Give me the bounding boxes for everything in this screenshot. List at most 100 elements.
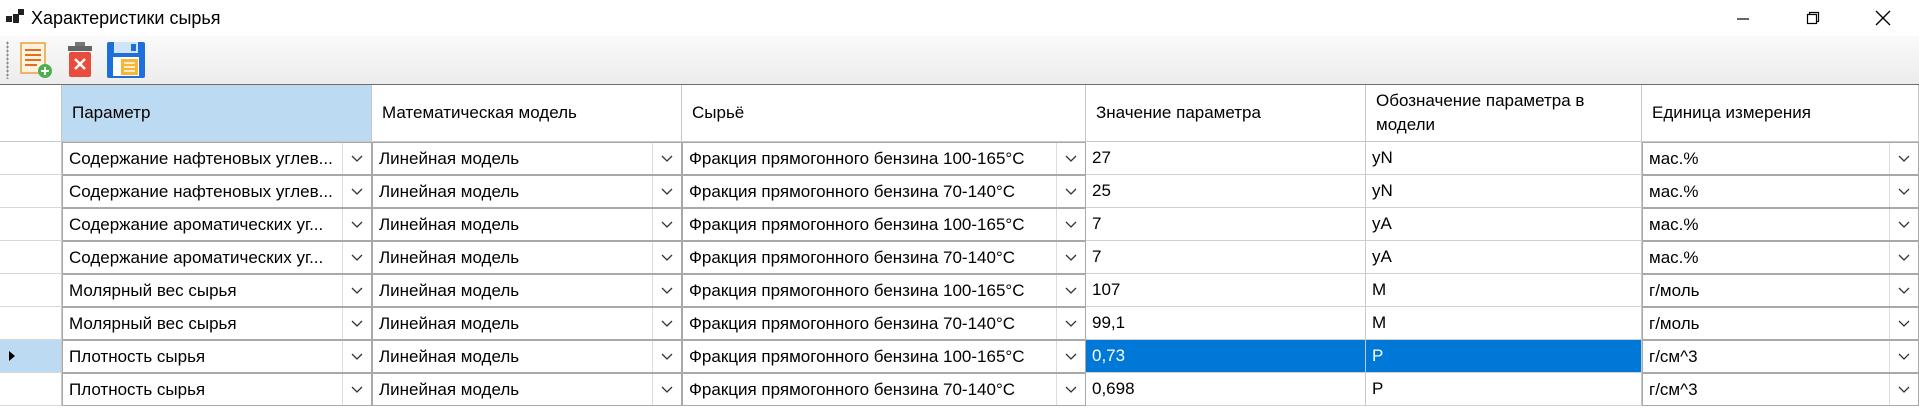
cell-symbol[interactable]: M — [1366, 307, 1642, 340]
cell-value[interactable]: 7 — [1086, 241, 1366, 274]
cell-model[interactable]: Линейная модель — [372, 241, 682, 274]
delete-record-button[interactable] — [58, 38, 102, 82]
cell-feed[interactable]: Фракция прямогонного бензина 100-165°С — [682, 208, 1086, 241]
column-header-parameter[interactable]: Параметр — [62, 85, 372, 142]
row-header[interactable] — [0, 307, 62, 340]
column-header-value[interactable]: Значение параметра — [1086, 85, 1366, 142]
table-row[interactable]: Плотность сырья Линейная модель Фракция пр… — [0, 373, 1919, 406]
cell-feed[interactable]: Фракция прямогонного бензина 70-140°С — [682, 373, 1086, 406]
dropdown-button[interactable] — [342, 143, 371, 174]
cell-unit[interactable]: г/см^3 — [1642, 340, 1919, 373]
maximize-button[interactable] — [1778, 0, 1848, 36]
row-header[interactable] — [0, 142, 62, 175]
dropdown-button[interactable] — [342, 209, 371, 240]
cell-value[interactable]: 7 — [1086, 208, 1366, 241]
close-button[interactable] — [1848, 0, 1918, 36]
cell-model[interactable]: Линейная модель — [372, 142, 682, 175]
dropdown-button[interactable] — [652, 374, 681, 405]
dropdown-button[interactable] — [342, 374, 371, 405]
dropdown-button[interactable] — [652, 176, 681, 207]
corner-header[interactable] — [0, 85, 62, 142]
cell-feed[interactable]: Фракция прямогонного бензина 70-140°С — [682, 175, 1086, 208]
row-header[interactable] — [0, 208, 62, 241]
cell-value[interactable]: 25 — [1086, 175, 1366, 208]
cell-parameter[interactable]: Плотность сырья — [62, 340, 372, 373]
dropdown-button[interactable] — [1056, 242, 1085, 273]
cell-model[interactable]: Линейная модель — [372, 175, 682, 208]
dropdown-button[interactable] — [1889, 374, 1918, 405]
cell-model[interactable]: Линейная модель — [372, 340, 682, 373]
dropdown-button[interactable] — [342, 308, 371, 339]
cell-symbol[interactable]: yA — [1366, 208, 1642, 241]
cell-parameter[interactable]: Содержание ароматических уг... — [62, 208, 372, 241]
column-header-feed[interactable]: Сырьё — [682, 85, 1086, 142]
cell-symbol[interactable]: P — [1366, 340, 1642, 373]
dropdown-button[interactable] — [1056, 176, 1085, 207]
cell-unit[interactable]: мас.% — [1642, 175, 1919, 208]
dropdown-button[interactable] — [1056, 308, 1085, 339]
cell-value[interactable]: 0,73 — [1086, 340, 1366, 373]
cell-feed[interactable]: Фракция прямогонного бензина 100-165°С — [682, 340, 1086, 373]
cell-value[interactable]: 0,698 — [1086, 373, 1366, 406]
column-header-model[interactable]: Математическая модель — [372, 85, 682, 142]
dropdown-button[interactable] — [1056, 341, 1085, 372]
minimize-button[interactable] — [1708, 0, 1778, 36]
cell-parameter[interactable]: Содержание ароматических уг... — [62, 241, 372, 274]
dropdown-button[interactable] — [1889, 209, 1918, 240]
row-header[interactable] — [0, 340, 62, 373]
cell-parameter[interactable]: Содержание нафтеновых углев... — [62, 142, 372, 175]
cell-unit[interactable]: г/см^3 — [1642, 373, 1919, 406]
cell-feed[interactable]: Фракция прямогонного бензина 100-165°С — [682, 274, 1086, 307]
table-row[interactable]: Содержание ароматических уг... Линейная м… — [0, 208, 1919, 241]
cell-unit[interactable]: мас.% — [1642, 208, 1919, 241]
dropdown-button[interactable] — [652, 242, 681, 273]
table-row[interactable]: Содержание нафтеновых углев... Линейная м… — [0, 142, 1919, 175]
dropdown-button[interactable] — [1889, 275, 1918, 306]
dropdown-button[interactable] — [652, 143, 681, 174]
add-record-button[interactable] — [14, 38, 58, 82]
cell-parameter[interactable]: Молярный вес сырья — [62, 274, 372, 307]
table-row[interactable]: Содержание нафтеновых углев... Линейная м… — [0, 175, 1919, 208]
dropdown-button[interactable] — [652, 341, 681, 372]
cell-symbol[interactable]: yN — [1366, 175, 1642, 208]
cell-model[interactable]: Линейная модель — [372, 208, 682, 241]
cell-model[interactable]: Линейная модель — [372, 307, 682, 340]
table-row[interactable]: Молярный вес сырья Линейная модель Фракция… — [0, 307, 1919, 340]
cell-symbol[interactable]: M — [1366, 274, 1642, 307]
dropdown-button[interactable] — [342, 176, 371, 207]
row-header[interactable] — [0, 274, 62, 307]
dropdown-button[interactable] — [1056, 374, 1085, 405]
dropdown-button[interactable] — [652, 308, 681, 339]
cell-symbol[interactable]: yA — [1366, 241, 1642, 274]
dropdown-button[interactable] — [1889, 308, 1918, 339]
cell-feed[interactable]: Фракция прямогонного бензина 100-165°С — [682, 142, 1086, 175]
dropdown-button[interactable] — [1056, 209, 1085, 240]
cell-parameter[interactable]: Содержание нафтеновых углев... — [62, 175, 372, 208]
save-button[interactable] — [104, 38, 148, 82]
dropdown-button[interactable] — [342, 275, 371, 306]
dropdown-button[interactable] — [342, 341, 371, 372]
dropdown-button[interactable] — [1889, 176, 1918, 207]
cell-feed[interactable]: Фракция прямогонного бензина 70-140°С — [682, 241, 1086, 274]
cell-value[interactable]: 107 — [1086, 274, 1366, 307]
dropdown-button[interactable] — [342, 242, 371, 273]
cell-symbol[interactable]: P — [1366, 373, 1642, 406]
dropdown-button[interactable] — [1889, 143, 1918, 174]
cell-feed[interactable]: Фракция прямогонного бензина 70-140°С — [682, 307, 1086, 340]
column-header-symbol[interactable]: Обозначение параметра в модели — [1366, 85, 1642, 142]
cell-unit[interactable]: мас.% — [1642, 142, 1919, 175]
cell-symbol[interactable]: yN — [1366, 142, 1642, 175]
table-row[interactable]: Молярный вес сырья Линейная модель Фракция… — [0, 274, 1919, 307]
dropdown-button[interactable] — [1056, 275, 1085, 306]
toolbar-grip[interactable] — [6, 41, 9, 79]
dropdown-button[interactable] — [1889, 341, 1918, 372]
cell-value[interactable]: 99,1 — [1086, 307, 1366, 340]
cell-model[interactable]: Линейная модель — [372, 274, 682, 307]
cell-model[interactable]: Линейная модель — [372, 373, 682, 406]
row-header[interactable] — [0, 241, 62, 274]
dropdown-button[interactable] — [1889, 242, 1918, 273]
column-header-unit[interactable]: Единица измерения — [1642, 85, 1919, 142]
cell-unit[interactable]: г/моль — [1642, 274, 1919, 307]
row-header[interactable] — [0, 175, 62, 208]
table-row[interactable]: Содержание ароматических уг... Линейная м… — [0, 241, 1919, 274]
